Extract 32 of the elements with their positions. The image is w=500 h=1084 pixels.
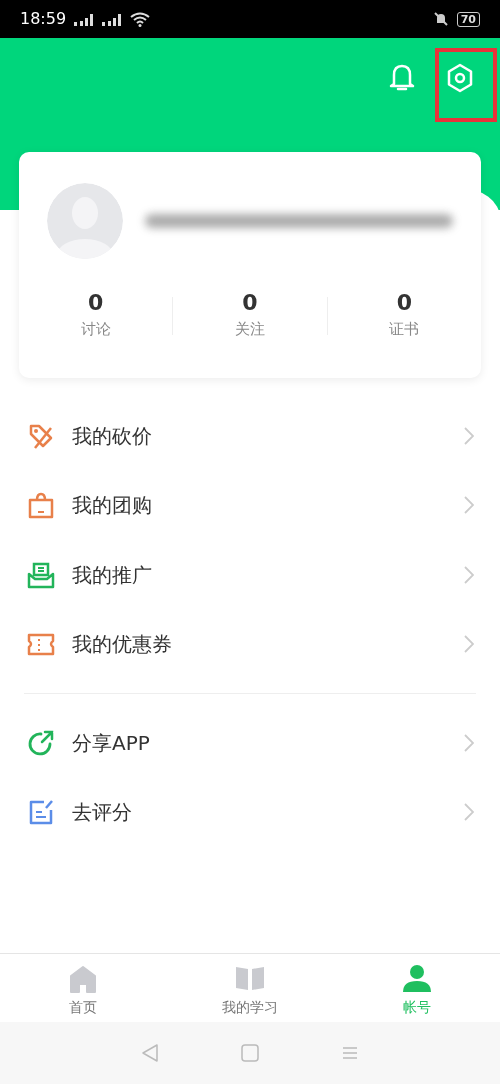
menu-item[interactable]: 去评分: [72, 797, 464, 828]
wifi-icon: [130, 11, 151, 27]
menu-item[interactable]: 我的砍价: [72, 420, 464, 451]
menu-item[interactable]: 分享APP: [72, 727, 464, 758]
stat-label: 讨论: [80, 319, 111, 340]
home-button-icon[interactable]: [241, 1044, 259, 1062]
home-icon: [68, 964, 99, 994]
stat-count: 0: [88, 289, 104, 317]
stat-count: 0: [242, 289, 258, 317]
settings-icon[interactable]: [446, 63, 474, 93]
battery-level: 70: [456, 11, 480, 27]
avatar[interactable]: [47, 183, 123, 259]
chevron-icon: [464, 733, 474, 752]
muted-bell-icon: [432, 11, 449, 27]
chevron-icon: [464, 496, 474, 515]
stat-label: 关注: [235, 319, 265, 340]
menu-item[interactable]: 我的优惠券: [72, 629, 464, 660]
stat-count: 0: [396, 289, 412, 317]
person-icon: [401, 964, 432, 994]
tab[interactable]: 首页: [0, 954, 167, 1022]
chevron-icon: [464, 426, 474, 445]
bell-icon[interactable]: [388, 62, 416, 92]
status-time: 18:59: [20, 8, 67, 30]
tab[interactable]: 我的学习: [166, 954, 334, 1022]
stat-label: 证书: [389, 319, 420, 340]
chevron-icon: [464, 803, 474, 822]
menu-item[interactable]: 我的推广: [72, 559, 464, 590]
chevron-icon: [464, 635, 474, 654]
chevron-icon: [464, 565, 474, 584]
menu-icon[interactable]: [341, 1045, 359, 1061]
back-icon[interactable]: [141, 1043, 159, 1063]
menu-item[interactable]: 我的团购: [72, 490, 464, 521]
